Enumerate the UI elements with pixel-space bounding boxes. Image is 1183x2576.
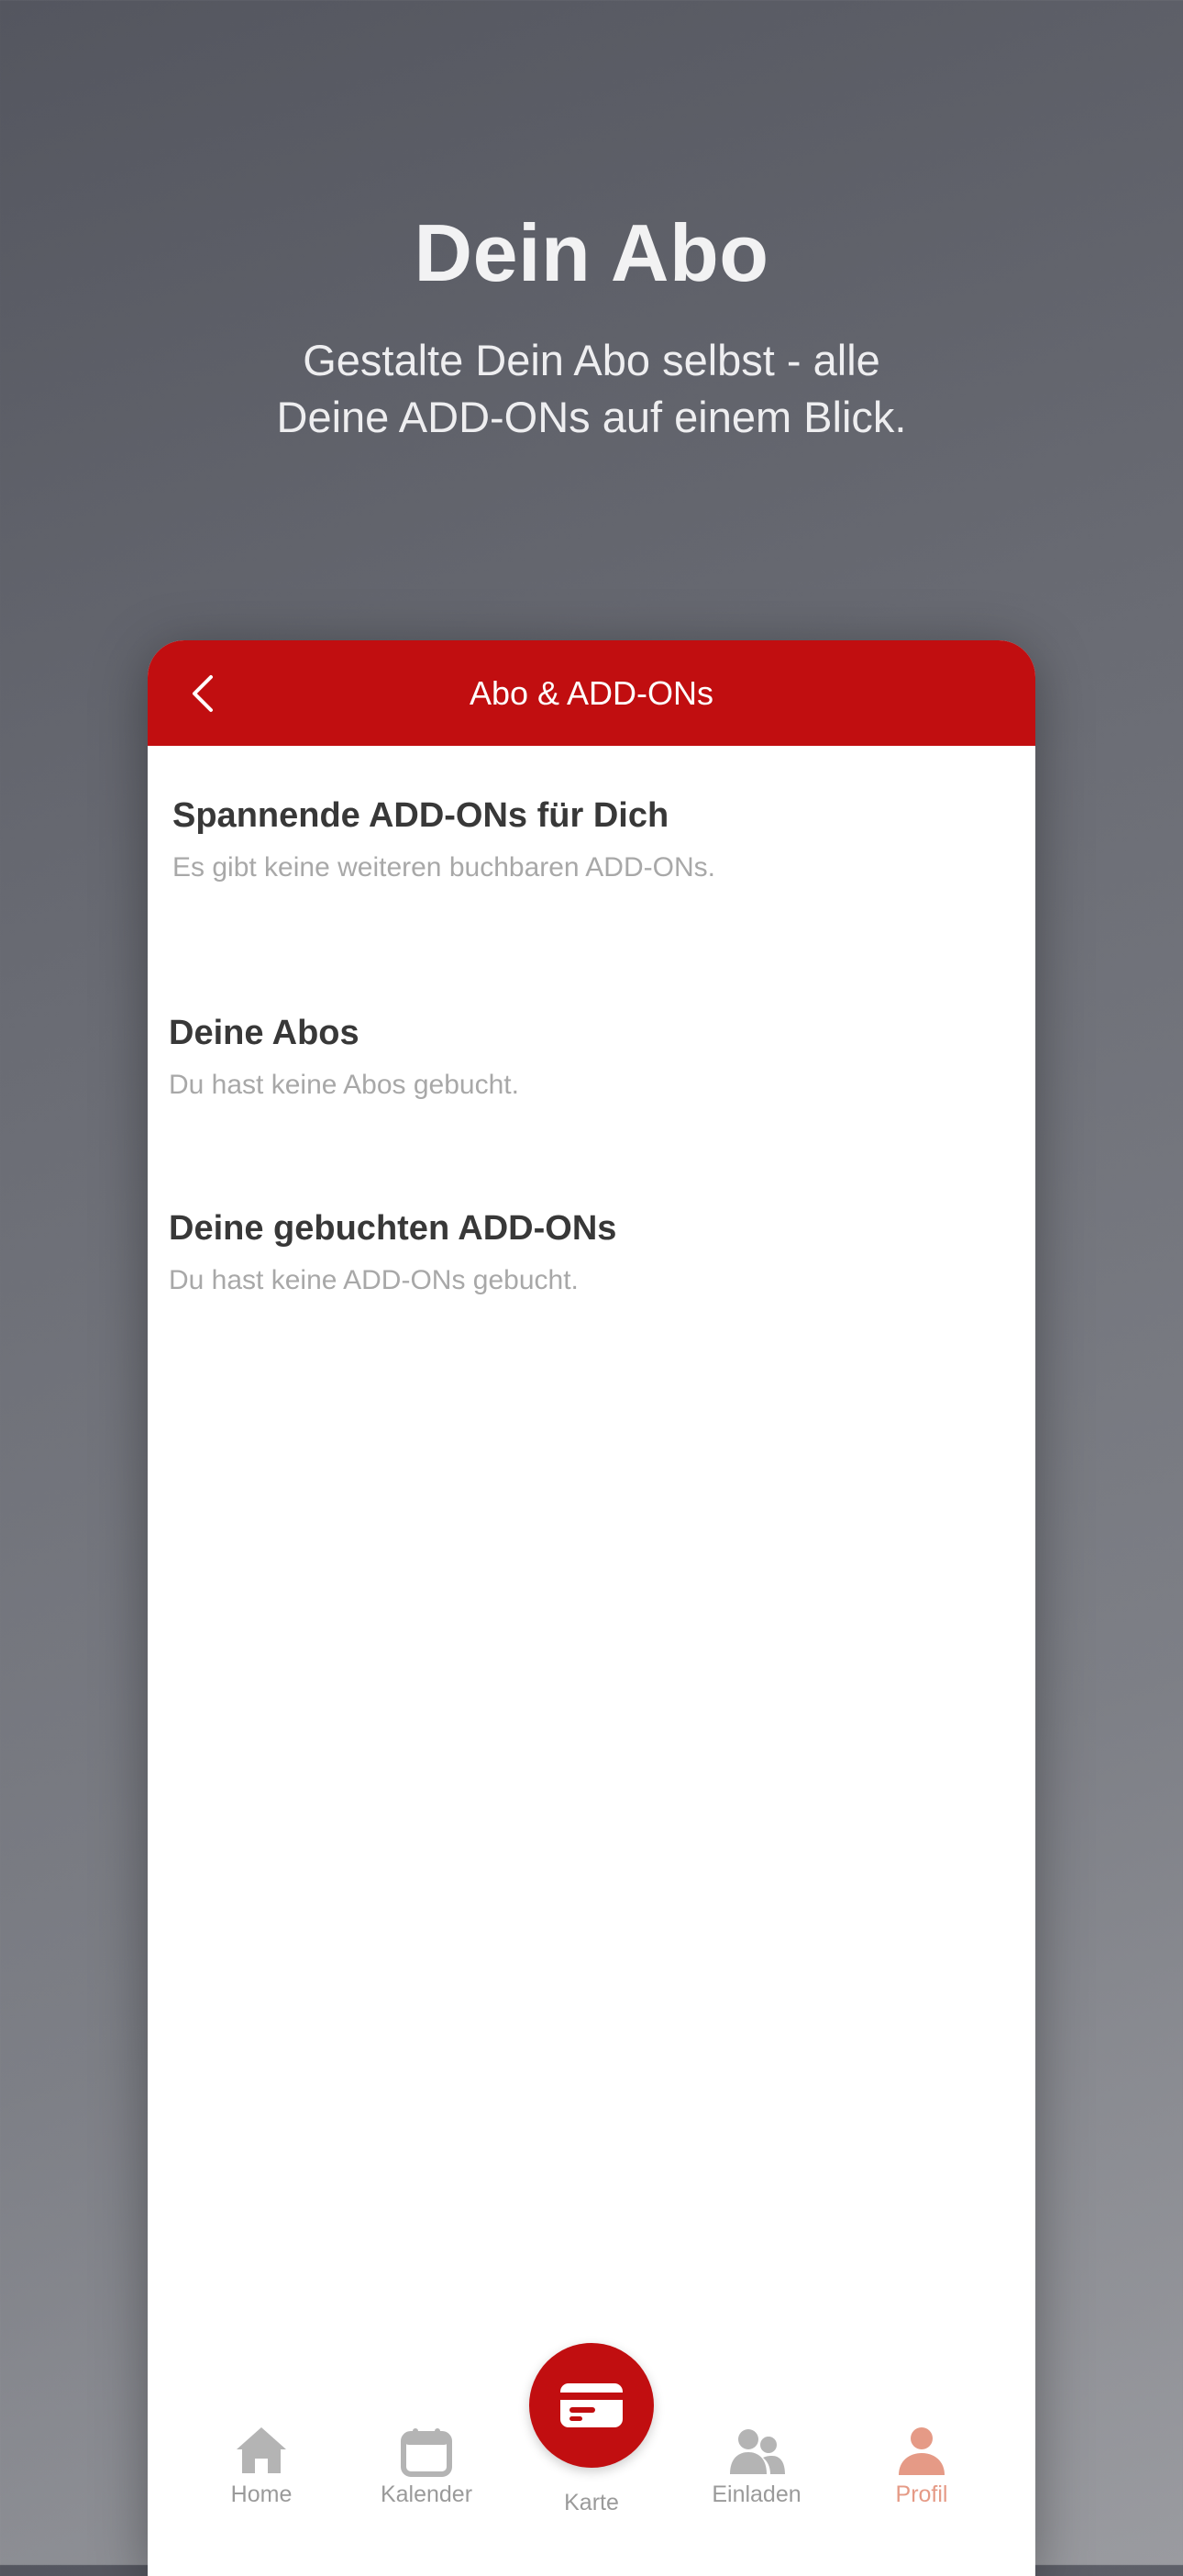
tab-label: Einladen [712, 2482, 802, 2507]
section-title: Deine gebuchten ADD-ONs [169, 1209, 617, 1248]
section-title: Deine Abos [169, 1014, 359, 1052]
hero-subtitle: Gestalte Dein Abo selbst - alle Deine AD… [0, 332, 1183, 446]
tab-card[interactable]: Karte [509, 2490, 674, 2516]
tab-label: Karte [564, 2490, 619, 2515]
navigation-bar: Abo & ADD-ONs [148, 640, 1035, 746]
person-icon [899, 2427, 945, 2475]
tab-label: Kalender [380, 2482, 473, 2507]
section-description: Es gibt keine weiteren buchbaren ADD-ONs… [172, 852, 715, 883]
phone-screen: Abo & ADD-ONs Spannende ADD-ONs für Dich… [148, 640, 1035, 2576]
nav-title: Abo & ADD-ONs [469, 674, 714, 712]
section-description: Du hast keine ADD-ONs gebucht. [169, 1265, 579, 1295]
hero-subtitle-line-2: Deine ADD-ONs auf einem Blick. [276, 393, 907, 441]
card-icon [560, 2383, 623, 2427]
hero-subtitle-line-1: Gestalte Dein Abo selbst - alle [303, 336, 880, 384]
people-icon [730, 2429, 785, 2474]
section-available-addons: Spannende ADD-ONs für Dich Es gibt keine… [148, 796, 1035, 883]
tab-invite[interactable]: Einladen [674, 2426, 839, 2508]
tab-label: Home [230, 2482, 293, 2507]
section-description: Du hast keine Abos gebucht. [169, 1070, 519, 1100]
tab-profile[interactable]: Profil [839, 2426, 1004, 2508]
calendar-icon [401, 2428, 452, 2477]
home-icon [237, 2427, 286, 2473]
tab-label: Profil [895, 2482, 948, 2507]
section-subscriptions: Deine Abos Du hast keine Abos gebucht. [148, 1014, 1035, 1101]
tab-home[interactable]: Home [179, 2424, 344, 2508]
section-booked-addons: Deine gebuchten ADD-ONs Du hast keine AD… [148, 1209, 1035, 1296]
tab-card-button[interactable] [529, 2343, 654, 2468]
hero-title: Dein Abo [414, 207, 769, 298]
tab-calendar[interactable]: Kalender [344, 2426, 509, 2508]
section-title: Spannende ADD-ONs für Dich [172, 796, 669, 835]
